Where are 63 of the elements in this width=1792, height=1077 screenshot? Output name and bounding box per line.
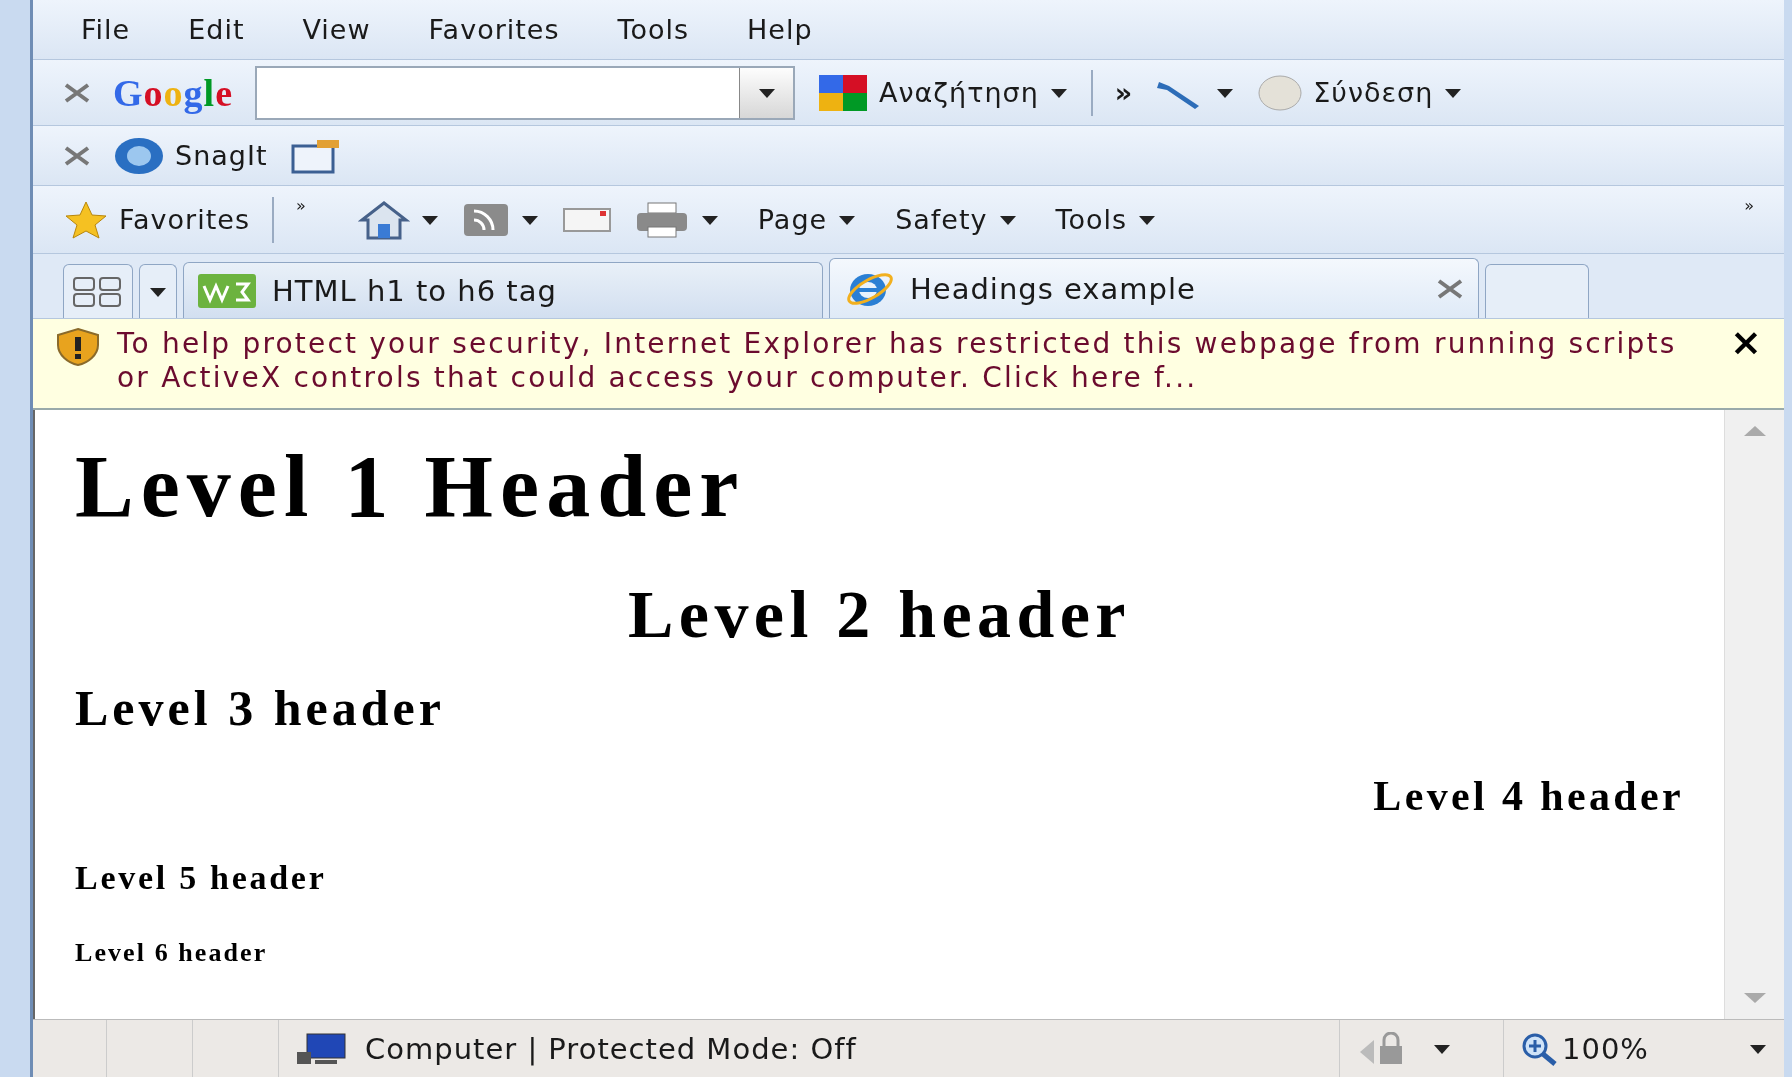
menu-item[interactable]: Tools (599, 14, 708, 45)
caret-icon (1748, 1042, 1768, 1055)
favorites-button[interactable]: Favorites (63, 199, 250, 240)
menu-item[interactable]: View (284, 14, 389, 45)
info-bar[interactable]: To help protect your security, Internet Explorer has restricted this webpage from running scripts or ActiveX controls that could access your computer. Click here f... × (33, 318, 1784, 410)
caret-icon (837, 213, 858, 226)
w3-icon (198, 273, 256, 308)
snagit-button[interactable]: SnagIt (113, 135, 268, 176)
house-icon (357, 199, 410, 240)
zoom-button[interactable]: 100% (1520, 1031, 1649, 1066)
star-icon (63, 199, 109, 240)
caret-icon (699, 213, 720, 226)
menu-item[interactable]: Help (729, 14, 831, 45)
search-field[interactable] (255, 65, 795, 120)
close-icon[interactable] (1436, 277, 1464, 300)
more-chevron[interactable]: » (1114, 77, 1134, 108)
home-button[interactable] (357, 199, 440, 240)
feeds-button[interactable] (461, 201, 540, 238)
close-icon[interactable] (63, 144, 91, 167)
heading-text: Level 1 Header (75, 437, 747, 537)
magnifier-icon (1520, 1031, 1558, 1066)
caret-icon (1137, 213, 1158, 226)
heading-text: Level 3 header (75, 680, 446, 738)
scrollbar[interactable] (1724, 410, 1784, 1019)
command-button[interactable]: Page (757, 204, 858, 235)
feed-icon (461, 201, 510, 238)
caret-icon (1443, 86, 1464, 99)
caret-icon (148, 285, 168, 298)
caret-icon (997, 213, 1018, 226)
caret-icon (756, 86, 777, 99)
menu-item[interactable]: Edit (170, 14, 263, 45)
caret-icon (1432, 1042, 1452, 1055)
caret-icon (1048, 86, 1069, 99)
command-button[interactable]: Tools (1055, 204, 1158, 235)
chevron-text[interactable]: » (295, 196, 306, 215)
caret-icon (419, 213, 440, 226)
tab-list-button[interactable] (139, 264, 177, 318)
search-button[interactable]: Αναζήτηση (817, 72, 1069, 113)
heading-text: Level 5 header (75, 858, 328, 898)
new-tab-button[interactable] (1485, 264, 1589, 318)
sign-in-button[interactable]: Σύνδεση (1257, 72, 1464, 113)
menu-item[interactable]: File (63, 14, 149, 45)
globe-icon (113, 135, 165, 176)
google-logo: Google (113, 70, 233, 115)
command-button[interactable]: Safety (895, 204, 1018, 235)
status-zone-text: Computer | Protected Mode: Off (365, 1031, 857, 1066)
caret-icon (519, 213, 540, 226)
browser-tab[interactable]: HTML h1 to h6 tag (183, 262, 823, 318)
squares-icon (817, 72, 869, 113)
security-warning-text: To help protect your security, Internet Explorer has restricted this webpage from running scripts or ActiveX controls that could access your computer. Click here f... (117, 327, 1678, 396)
quick-tabs-button[interactable] (63, 264, 133, 318)
chevron-text[interactable]: » (1744, 196, 1754, 215)
heading-text: Level 6 header (75, 938, 269, 969)
caret-icon (1215, 86, 1236, 99)
browser-tab[interactable]: Headings example (829, 258, 1479, 318)
heading-text: Level 4 header (1372, 771, 1684, 821)
menu-item[interactable]: Favorites (410, 14, 578, 45)
heading-text: Level 2 header (627, 575, 1132, 654)
circle-icon (1257, 72, 1304, 113)
close-button[interactable]: × (1729, 327, 1764, 400)
grid-icon (72, 275, 124, 308)
close-icon[interactable] (63, 81, 91, 104)
monitor-icon (295, 1031, 349, 1066)
